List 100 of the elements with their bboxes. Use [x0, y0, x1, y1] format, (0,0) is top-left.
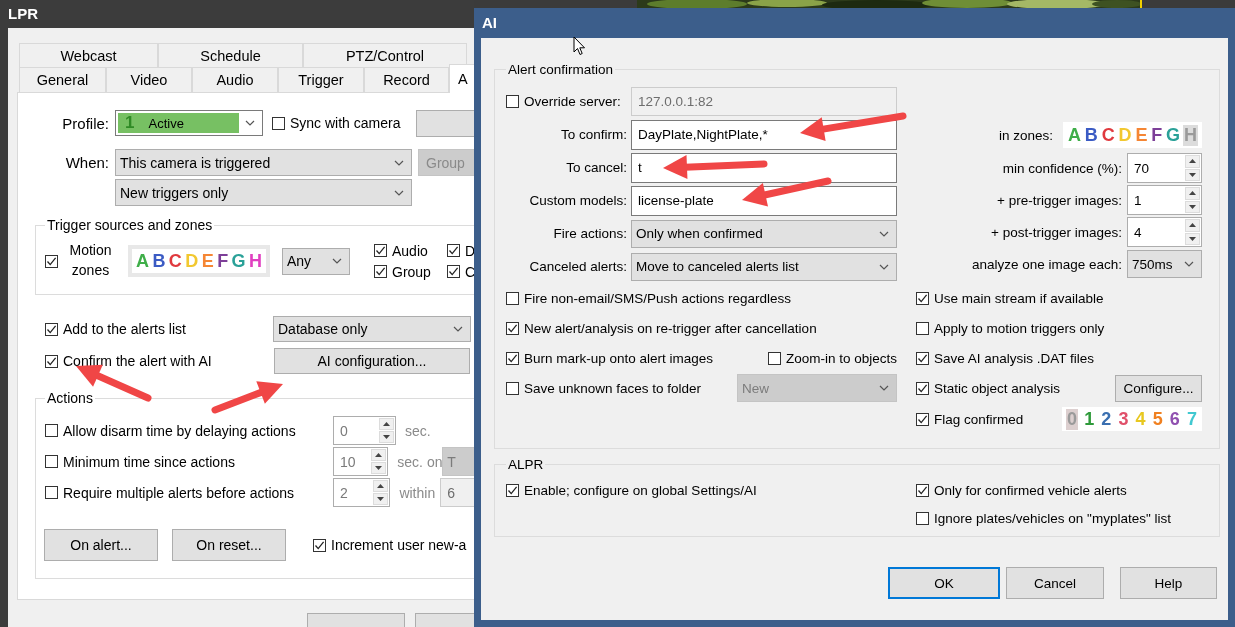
- dropdown[interactable]: Any: [282, 247, 350, 275]
- zone-letter[interactable]: F: [1150, 124, 1164, 146]
- field-label: in zones:: [998, 127, 1053, 143]
- tab[interactable]: A: [449, 64, 474, 93]
- checkbox[interactable]: Static object analysis: [916, 380, 1061, 396]
- configure-button[interactable]: Configure...: [1115, 374, 1202, 402]
- zone-letter[interactable]: C: [1100, 124, 1116, 146]
- checkbox[interactable]: Use main stream if available: [916, 290, 1104, 306]
- check-mark-icon: [46, 323, 57, 335]
- checkbox[interactable]: New alert/analysis on re-trigger after cancellation: [506, 320, 817, 336]
- spin-down-button[interactable]: [371, 462, 387, 474]
- checkbox[interactable]: Ignore plates/vehicles on "myplates" list: [916, 510, 1171, 526]
- checkbox[interactable]: Zoom-in to objects: [767, 350, 897, 366]
- group-title: ALPR: [507, 457, 545, 472]
- zone-letter[interactable]: B: [1083, 124, 1099, 146]
- checkbox[interactable]: Increment user new-a: [313, 537, 467, 553]
- tab[interactable]: General: [19, 67, 106, 92]
- checkbox[interactable]: Save AI analysis .DAT files: [916, 350, 1095, 366]
- checkbox[interactable]: Motion zones: [45, 241, 118, 281]
- tab[interactable]: Audio: [192, 67, 278, 92]
- caret-icon: [879, 263, 889, 270]
- dropdown[interactable]: New triggers only: [115, 179, 412, 206]
- check-mark-icon: [448, 266, 459, 277]
- input-field[interactable]: 6: [440, 478, 474, 507]
- checkbox[interactable]: Flag confirmed: [916, 411, 1024, 427]
- checkbox[interactable]: Save unknown faces to folder: [506, 380, 702, 396]
- checkbox[interactable]: Only for confirmed vehicle alerts: [916, 482, 1127, 498]
- spin-up-button[interactable]: [1185, 187, 1200, 200]
- input-field[interactable]: license-plate: [631, 185, 897, 216]
- checkbox[interactable]: Require multiple alerts before actions: [45, 484, 295, 501]
- spin-down-button[interactable]: [1185, 168, 1200, 181]
- flag-digit[interactable]: 3: [1117, 408, 1130, 430]
- dialog-button[interactable]: OK: [888, 567, 1000, 599]
- spin-down-button[interactable]: [373, 493, 389, 505]
- checkbox[interactable]: Audio: [374, 242, 428, 259]
- check-mark-icon: [507, 484, 518, 496]
- spin-field[interactable]: 4: [1127, 217, 1202, 247]
- check-mark-icon: [448, 245, 459, 256]
- dropdown[interactable]: Move to canceled alerts list: [631, 252, 897, 281]
- field-label: min confidence (%):: [1002, 160, 1122, 176]
- zone-letter[interactable]: H: [248, 250, 263, 272]
- dialog-button[interactable]: Help: [1120, 567, 1217, 599]
- spin-up-button[interactable]: [371, 449, 387, 461]
- spin-down-button[interactable]: [1185, 200, 1200, 213]
- checkbox[interactable]: Allow disarm time by delaying actions: [45, 422, 296, 439]
- checkbox[interactable]: Fire non-email/SMS/Push actions regardless: [506, 290, 792, 306]
- ai-configuration-button[interactable]: AI configuration...: [274, 348, 470, 374]
- spin-up-button[interactable]: [373, 480, 389, 492]
- tab[interactable]: PTZ/Control: [303, 43, 467, 67]
- spin-field[interactable]: 1: [1127, 185, 1202, 215]
- down-arrow-icon: [1189, 172, 1196, 177]
- down-arrow-icon: [377, 497, 385, 501]
- spin-down-button[interactable]: [379, 431, 394, 443]
- checkbox[interactable]: Burn mark-up onto alert images: [506, 350, 714, 366]
- checkbox[interactable]: C: [447, 263, 474, 280]
- dropdown[interactable]: 750ms: [1127, 250, 1202, 278]
- zone-letter[interactable]: F: [216, 250, 230, 272]
- window-title: AI: [481, 13, 497, 33]
- field-label: When:: [64, 154, 109, 171]
- checkbox[interactable]: Sync with camera: [272, 115, 401, 131]
- checkbox[interactable]: Group: [374, 263, 431, 280]
- spin-up-button[interactable]: [379, 418, 394, 430]
- checkbox[interactable]: D: [447, 242, 474, 259]
- dropdown[interactable]: 1 Active: [115, 110, 263, 136]
- dropdown[interactable]: This camera is triggered: [115, 149, 412, 176]
- flag-digit[interactable]: 1: [1083, 408, 1096, 430]
- check-mark-icon: [507, 322, 518, 334]
- spin-field[interactable]: 70: [1127, 153, 1202, 183]
- flag-digit[interactable]: 6: [1168, 408, 1181, 430]
- checkbox[interactable]: Add to the alerts list: [45, 321, 186, 337]
- input-field[interactable]: 127.0.0.1:82: [631, 87, 897, 116]
- spin-field[interactable]: 10: [333, 447, 389, 476]
- zone-letter[interactable]: B: [151, 250, 167, 272]
- tab[interactable]: Trigger: [278, 67, 364, 92]
- checkbox[interactable]: Confirm the alert with AI: [45, 353, 212, 369]
- unit-label: sec. on: [396, 453, 443, 470]
- spin-field[interactable]: 0: [333, 416, 396, 445]
- checkbox[interactable]: Override server:: [506, 94, 621, 109]
- up-arrow-icon: [1189, 191, 1196, 196]
- checkbox[interactable]: Enable; configure on global Settings/AI: [506, 482, 757, 498]
- check-mark-icon: [917, 292, 928, 304]
- checkbox[interactable]: Minimum time since actions: [45, 453, 235, 470]
- dialog-button[interactable]: Cancel: [1006, 567, 1104, 599]
- flag-digit[interactable]: 2: [1100, 408, 1113, 430]
- tab[interactable]: Webcast: [19, 43, 158, 67]
- spin-field[interactable]: 2: [333, 478, 391, 507]
- checkbox[interactable]: Apply to motion triggers only: [916, 320, 1105, 336]
- dropdown[interactable]: Database only: [273, 316, 471, 342]
- tab[interactable]: Video: [106, 67, 192, 92]
- action-button[interactable]: On alert...: [44, 529, 158, 561]
- spin-down-button[interactable]: [1185, 232, 1200, 245]
- spin-up-button[interactable]: [1185, 155, 1200, 168]
- tab[interactable]: Record: [364, 67, 449, 92]
- tab[interactable]: Schedule: [158, 43, 303, 67]
- action-button[interactable]: On reset...: [172, 529, 286, 561]
- up-arrow-icon: [383, 422, 390, 426]
- input-field[interactable]: DayPlate,NightPlate,*: [631, 119, 897, 150]
- dropdown[interactable]: Only when confirmed: [631, 219, 897, 248]
- zone-letter[interactable]: C: [167, 250, 183, 272]
- spin-up-button[interactable]: [1185, 219, 1200, 232]
